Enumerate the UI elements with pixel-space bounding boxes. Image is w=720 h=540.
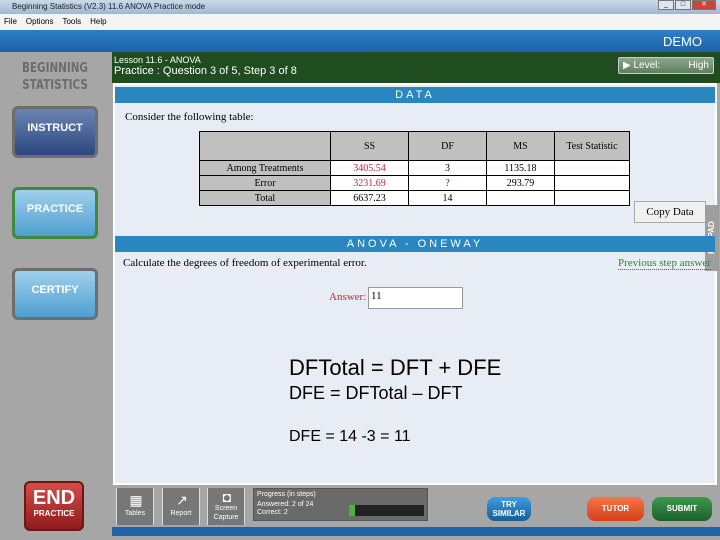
cell: [486, 190, 555, 206]
question-text: Calculate the degrees of freedom of expe…: [123, 257, 367, 269]
level-label: ▶ Level:: [623, 60, 661, 71]
brand-line: STATISTICS: [22, 78, 88, 93]
tutor-button[interactable]: TUTOR: [587, 497, 644, 521]
maximize-button[interactable]: □: [675, 0, 691, 10]
header-cell: [199, 131, 331, 161]
cell: 6637.23: [330, 190, 409, 206]
copy-data-button[interactable]: Copy Data: [634, 201, 706, 223]
window-title: Beginning Statistics (V2.3) 11.6 ANOVA P…: [0, 0, 720, 14]
previous-step-answer-link[interactable]: Previous step answer: [618, 257, 711, 270]
table-row: Total 6637.23 14: [199, 190, 630, 206]
header-cell: MS: [486, 131, 555, 161]
overlay-formula-1: DFTotal = DFT + DFE: [289, 355, 502, 380]
instruct-button[interactable]: INSTRUCT: [12, 106, 98, 158]
try-similar-button[interactable]: TRY SIMILAR: [487, 497, 531, 521]
data-prompt: Consider the following table:: [125, 111, 254, 123]
end-practice-button[interactable]: END PRACTICE: [24, 481, 84, 531]
practice-button[interactable]: PRACTICE: [12, 187, 98, 239]
end-label: END: [32, 487, 76, 509]
demo-banner: DEMO: [0, 30, 720, 52]
header-cell: SS: [330, 131, 409, 161]
answer-label: Answer:: [329, 291, 367, 303]
progress-panel: Progress (in steps) Answered: 2 of 24 Co…: [253, 488, 428, 521]
progress-bar: [349, 505, 424, 516]
cell: 3231.69: [330, 175, 409, 191]
cell: 1135.18: [486, 160, 555, 176]
cell: [554, 175, 630, 191]
header-cell: Test Statistic: [554, 131, 630, 161]
brand-logo: BEGINNING STATISTICS: [19, 60, 91, 94]
certify-button[interactable]: CERTIFY: [12, 268, 98, 320]
submit-button[interactable]: SUBMIT: [652, 497, 712, 521]
content-panel: DATA Consider the following table: SS DF…: [113, 83, 719, 485]
anova-table: SS DF MS Test Statistic Among Treatments…: [199, 131, 630, 206]
cell: 14: [408, 190, 487, 206]
table-row: Among Treatments 3405.54 3 1135.18: [199, 160, 630, 176]
chart-line-icon: ↗: [176, 492, 188, 508]
table-row: Error 3231.69? 293.79: [199, 175, 630, 191]
menu-file[interactable]: File: [4, 17, 17, 27]
menu-help[interactable]: Help: [90, 17, 106, 27]
menu-options[interactable]: Options: [26, 17, 54, 27]
report-button[interactable]: ↗ Report: [162, 488, 200, 525]
progress-fill: [349, 505, 356, 516]
menu-bar: File Options Tools Help: [0, 14, 720, 30]
row-label: Error: [199, 175, 331, 191]
cell: [554, 190, 630, 206]
row-label: Among Treatments: [199, 160, 331, 176]
row-label: Total: [199, 190, 331, 206]
answer-input[interactable]: 11: [368, 287, 463, 309]
data-section-title: DATA: [115, 87, 715, 103]
close-button[interactable]: ✕: [692, 0, 716, 10]
menu-tools[interactable]: Tools: [62, 17, 81, 27]
progress-title: Progress (in steps): [257, 491, 316, 498]
footer-stripe: [112, 527, 720, 536]
overlay-formula-3: DFE = 14 -3 = 11: [289, 428, 411, 445]
cell: [554, 160, 630, 176]
tables-button[interactable]: ▦ Tables: [116, 488, 154, 525]
cell: 3: [408, 160, 487, 176]
cell: 293.79: [486, 175, 555, 191]
minimize-button[interactable]: _: [658, 0, 674, 10]
end-sublabel: PRACTICE: [33, 509, 75, 518]
anova-section-title: ANOVA - ONEWAY: [115, 236, 715, 252]
brand-line: BEGINNING: [22, 61, 88, 76]
cell: ?: [408, 175, 487, 191]
table-icon: ▦: [129, 492, 143, 508]
camera-icon: ◘: [222, 489, 232, 505]
overlay-formula-2: DFE = DFTotal – DFT: [289, 383, 463, 403]
cell: 3405.54: [330, 160, 409, 176]
level-selector[interactable]: ▶ Level: High: [618, 57, 714, 74]
header-cell: DF: [408, 131, 487, 161]
screen-capture-button[interactable]: ◘ Screen Capture: [207, 488, 245, 525]
window-controls: _ □ ✕: [658, 0, 716, 10]
level-value: High: [688, 60, 709, 71]
